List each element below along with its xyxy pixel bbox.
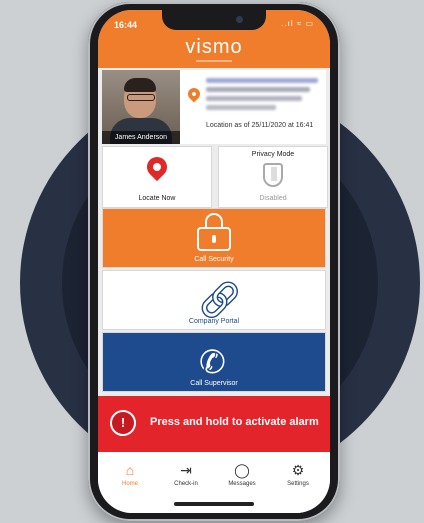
brand-underline	[196, 60, 232, 62]
lock-icon	[197, 213, 231, 251]
locate-now-button[interactable]: Locate Now	[102, 146, 212, 208]
gear-icon: ⚙	[291, 462, 305, 478]
status-icons: ..ıl ≈ ▭	[281, 19, 314, 28]
privacy-mode-status: Disabled	[259, 195, 287, 202]
call-security-label: Call Security	[194, 256, 234, 263]
alarm-button[interactable]: ! Press and hold to activate alarm	[98, 396, 330, 452]
tab-settings[interactable]: ⚙ Settings	[270, 462, 326, 487]
check-in-icon: ⇥	[180, 462, 192, 478]
company-portal-label: Company Portal	[188, 318, 240, 325]
alarm-label: Press and hold to activate alarm	[150, 416, 319, 428]
profile-card: James Anderson Location as of 25/11/2020…	[102, 70, 326, 144]
tab-messages-label: Messages	[228, 481, 256, 487]
status-time: 16:44	[114, 20, 138, 30]
location-timestamp: Location as of 25/11/2020 at 16:41	[206, 122, 314, 129]
tab-check-in[interactable]: ⇥ Check-in	[158, 462, 214, 487]
shield-icon	[263, 163, 283, 187]
home-indicator[interactable]	[174, 502, 254, 506]
link-icon: 🔗︎	[197, 279, 243, 320]
locate-now-label: Locate Now	[138, 195, 176, 202]
tab-settings-label: Settings	[287, 481, 309, 487]
tab-messages[interactable]: ◯ Messages	[214, 462, 270, 487]
alert-icon: !	[110, 410, 136, 436]
tab-home[interactable]: ⌂ Home	[102, 462, 158, 487]
call-supervisor-label: Call Supervisor	[190, 380, 238, 387]
message-icon: ◯	[234, 462, 250, 478]
privacy-mode-button[interactable]: Privacy Mode Disabled	[218, 146, 328, 208]
address-redacted	[206, 78, 322, 114]
tab-home-label: Home	[121, 481, 138, 487]
phone-icon: ✆	[199, 344, 226, 380]
notch	[162, 10, 266, 30]
avatar: James Anderson	[102, 70, 180, 144]
location-pin-icon	[185, 85, 203, 103]
brand-logo: vismo	[185, 36, 243, 58]
call-security-button[interactable]: Call Security	[102, 208, 326, 268]
company-portal-button[interactable]: 🔗︎ Company Portal	[102, 270, 326, 330]
privacy-mode-title: Privacy Mode	[251, 151, 295, 158]
tab-check-in-label: Check-in	[174, 481, 198, 487]
call-supervisor-button[interactable]: ✆ Call Supervisor	[102, 332, 326, 392]
user-name: James Anderson	[102, 131, 180, 144]
map-pin-icon	[142, 152, 172, 182]
home-icon: ⌂	[125, 462, 135, 478]
camera-icon	[236, 16, 243, 23]
phone-screen: 16:44 ..ıl ≈ ▭ vismo James Anderson Loca…	[98, 10, 330, 513]
